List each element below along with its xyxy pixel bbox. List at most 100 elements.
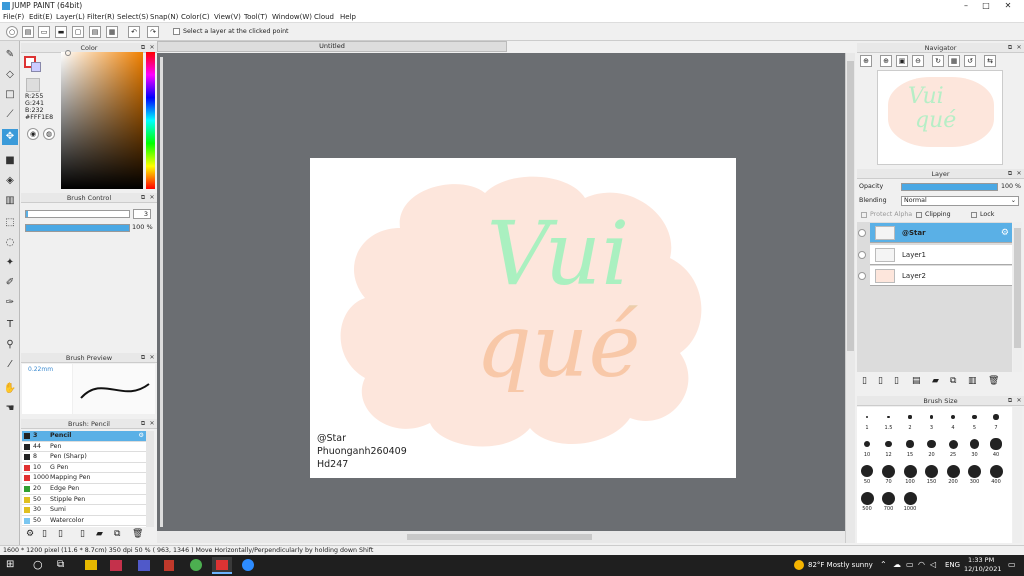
add-brush-icon[interactable]: ▯ <box>58 529 63 539</box>
brush-size-dot[interactable] <box>929 415 934 419</box>
transparent-color-swatch[interactable] <box>26 78 40 92</box>
new-layer-alt-icon[interactable]: ▯ <box>878 376 883 386</box>
gear-icon[interactable]: ⚙ <box>138 431 144 441</box>
store-icon[interactable] <box>110 560 122 571</box>
brush-list-item[interactable]: 30 Sumi <box>22 505 146 516</box>
panel-close-icon[interactable]: ✕ <box>1015 44 1023 52</box>
lasso-tool-icon[interactable]: ◌ <box>2 235 18 251</box>
hand-tool-icon[interactable]: ✋ <box>2 381 18 397</box>
brush-list-scrollbar[interactable] <box>146 431 154 527</box>
delete-brush-icon[interactable]: 🗑 <box>132 529 143 539</box>
brush-size-dot[interactable] <box>882 491 895 505</box>
brush-size-dot[interactable] <box>968 464 981 478</box>
chevron-up-icon[interactable]: ⌃ <box>880 560 887 569</box>
rotate-right-icon[interactable]: ↺ <box>964 55 976 67</box>
brush-size-scrollbar[interactable] <box>1013 407 1022 543</box>
layer-visibility-icon[interactable] <box>858 272 866 280</box>
doc-icon[interactable]: ▤ <box>89 26 101 38</box>
zoom-in-icon[interactable]: ⊕ <box>860 55 872 67</box>
brush-size-dot[interactable] <box>948 439 958 449</box>
layer-list-scrollbar[interactable] <box>1013 222 1022 372</box>
redo-icon[interactable]: ↷ <box>147 26 159 38</box>
maximize-button[interactable]: □ <box>976 0 996 12</box>
brush-size-dot[interactable] <box>903 464 917 478</box>
folder-icon[interactable]: ▰ <box>96 529 103 539</box>
panel-close-icon[interactable]: ✕ <box>148 194 156 202</box>
undock-icon[interactable]: ⧉ <box>139 44 147 52</box>
task-view-icon[interactable]: ⧉ <box>57 559 64 570</box>
open-icon[interactable]: ▤ <box>22 26 34 38</box>
menu-help[interactable]: Help <box>340 13 356 21</box>
onedrive-icon[interactable]: ☁ <box>893 560 901 569</box>
lock-checkbox[interactable] <box>971 212 977 218</box>
fit-icon[interactable]: ▣ <box>896 55 908 67</box>
palette-icon[interactable]: ◉ <box>27 128 39 140</box>
brush-size-dot[interactable] <box>860 491 874 505</box>
hand-icon[interactable]: ☚ <box>2 401 18 417</box>
file-explorer-icon[interactable] <box>85 560 97 570</box>
brush-size-input[interactable]: 3 <box>133 209 151 219</box>
brush-list-item[interactable]: 8 Pen (Sharp) <box>22 452 146 463</box>
wifi-icon[interactable]: ◠ <box>918 560 925 569</box>
eyedrop-icon[interactable]: ◍ <box>43 128 55 140</box>
brush-size-dot[interactable] <box>927 439 936 449</box>
clipping-checkbox[interactable] <box>916 212 922 218</box>
line-tool-icon[interactable]: ⟋ <box>2 107 18 123</box>
magic-wand-icon[interactable]: ✦ <box>2 255 18 271</box>
drawing-canvas[interactable]: Vui qué @Star Phuonganh260409 Hd247 <box>310 158 736 478</box>
text-tool-icon[interactable]: T <box>2 317 18 333</box>
brush-list-item[interactable]: 44 Pen <box>22 442 146 453</box>
brush-list-item[interactable]: 20 Edge Pen <box>22 484 146 495</box>
select-tool-icon[interactable]: ⬚ <box>2 215 18 231</box>
menu-layer[interactable]: Layer(L) <box>56 13 85 21</box>
menu-select[interactable]: Select(S) <box>117 13 149 21</box>
layer-visibility-icon[interactable] <box>858 229 866 237</box>
eraser-tool-icon[interactable]: ◇ <box>2 67 18 83</box>
chrome-icon[interactable] <box>190 559 202 571</box>
fill-rect-tool-icon[interactable]: ■ <box>2 153 18 169</box>
zoom-tool-icon[interactable]: ⚲ <box>2 337 18 353</box>
copy-brush-icon[interactable]: ▯ <box>80 529 85 539</box>
layer-opacity-slider[interactable] <box>901 183 998 191</box>
background-color-swatch[interactable] <box>31 62 41 72</box>
brush-size-dot[interactable] <box>993 414 999 420</box>
panel-close-icon[interactable]: ✕ <box>148 354 156 362</box>
menu-snap[interactable]: Snap(N) <box>150 13 178 21</box>
select-layer-checkbox[interactable] <box>173 28 180 35</box>
duplicate-icon[interactable]: ⧉ <box>114 529 120 539</box>
protect-alpha-checkbox[interactable] <box>861 212 867 218</box>
brush-size-dot[interactable] <box>906 440 914 448</box>
brush-size-slider[interactable] <box>25 210 130 218</box>
layer-menu-icon[interactable]: ▤ <box>912 376 921 386</box>
menu-cloud[interactable]: Cloud <box>314 13 334 21</box>
save-icon[interactable]: ▭ <box>38 26 50 38</box>
teams-icon[interactable] <box>138 560 150 571</box>
new-layer-icon[interactable]: ▯ <box>862 376 867 386</box>
undo-icon[interactable]: ↶ <box>128 26 140 38</box>
gradient-tool-icon[interactable]: ▥ <box>2 193 18 209</box>
app-icon-red[interactable] <box>164 560 174 571</box>
hue-slider[interactable] <box>146 52 155 189</box>
volume-icon[interactable]: ◁ <box>930 560 936 569</box>
undock-icon[interactable]: ⧉ <box>139 354 147 362</box>
pen-tool-icon[interactable]: ✎ <box>2 47 18 63</box>
search-icon[interactable]: ○ <box>33 558 43 571</box>
brush-size-dot[interactable] <box>903 491 917 505</box>
minimize-button[interactable]: – <box>956 0 976 12</box>
notification-icon[interactable]: ▭ <box>1008 560 1016 569</box>
horizontal-scrollbar[interactable] <box>157 531 845 543</box>
menu-edit[interactable]: Edit(E) <box>29 13 52 21</box>
weather-text[interactable]: 82°F Mostly sunny <box>808 561 873 569</box>
bucket-tool-icon[interactable]: ◈ <box>2 173 18 189</box>
brush-size-dot[interactable] <box>925 464 938 478</box>
battery-icon[interactable]: ▭ <box>906 560 914 569</box>
panel-close-icon[interactable]: ✕ <box>1015 170 1023 178</box>
brush-size-dot[interactable] <box>887 415 890 419</box>
flip-icon[interactable]: ⇆ <box>984 55 996 67</box>
menu-filter[interactable]: Filter(R) <box>87 13 115 21</box>
layer-visibility-icon[interactable] <box>858 250 866 259</box>
brush-size-dot[interactable] <box>882 464 895 478</box>
brush-list-item[interactable]: 50 Watercolor <box>22 516 146 527</box>
brush-size-dot[interactable] <box>972 414 977 420</box>
rotate-icon[interactable]: ↻ <box>932 55 944 67</box>
